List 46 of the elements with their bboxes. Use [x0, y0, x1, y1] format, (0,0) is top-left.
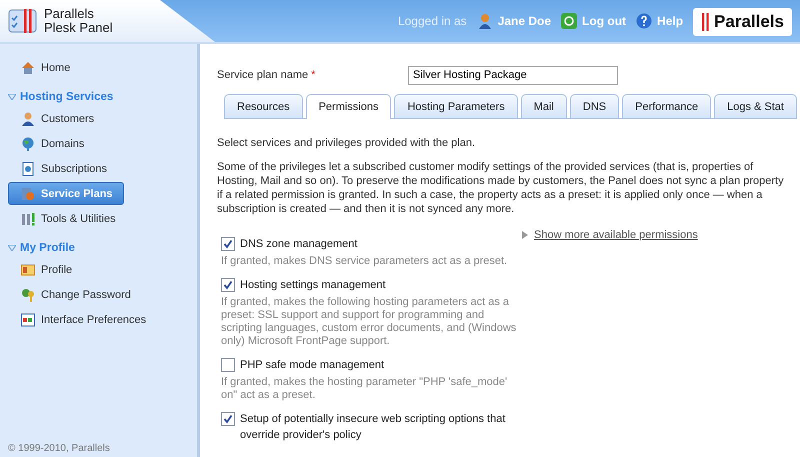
permission-label: Hosting settings management: [240, 278, 386, 293]
permission-hint: If granted, makes the following hosting parameters act as a preset: SSL support and support for programming and scripting languages, custom error documents, and (Windows only) Microsoft FrontPage support.: [221, 296, 518, 348]
tab[interactable]: Resources: [224, 94, 303, 118]
checkbox[interactable]: [221, 237, 235, 251]
tab[interactable]: Permissions: [306, 94, 392, 119]
tab[interactable]: Performance: [622, 94, 712, 118]
permission-hint: If granted, makes DNS service parameters act as a preset.: [221, 255, 508, 268]
show-more-link[interactable]: Show more available permissions: [534, 229, 698, 241]
triangle-right-icon: [522, 231, 528, 239]
sidebar-item[interactable]: Domains: [8, 132, 96, 155]
sidebar-item[interactable]: Customers: [8, 107, 106, 130]
sidebar-item[interactable]: Change Password: [8, 283, 142, 306]
window-icon: [20, 312, 36, 328]
sidebar-item[interactable]: Interface Preferences: [8, 308, 158, 331]
person-icon: [20, 110, 36, 126]
copyright-text: © 1999-2010, Parallels: [8, 443, 110, 454]
person-icon: [476, 13, 493, 29]
sidebar-item[interactable]: Home: [8, 56, 82, 79]
tools-icon: [20, 210, 36, 226]
tab[interactable]: DNS: [570, 94, 620, 118]
brand-logo: Parallels: [693, 8, 792, 36]
card-icon: [20, 262, 36, 278]
globe-icon: [20, 136, 36, 152]
tab[interactable]: Mail: [520, 94, 567, 118]
permission-hint: If granted, makes the hosting parameter "PHP 'safe_mode' on" act as a preset.: [221, 376, 508, 402]
intro-text: Select services and privileges provided with the plan.: [217, 137, 476, 149]
checkbox[interactable]: [221, 412, 235, 426]
checkbox[interactable]: [221, 278, 235, 292]
sidebar-item[interactable]: Tools & Utilities: [8, 207, 127, 230]
plan-name-field[interactable]: Silver Hosting Package: [408, 66, 618, 84]
tab[interactable]: Logs & Stat: [714, 94, 797, 118]
doc-icon: [20, 160, 36, 176]
checkbox[interactable]: [221, 358, 235, 372]
plan-name-label: Service plan name *: [217, 69, 316, 81]
permission-label: PHP safe mode management: [240, 358, 384, 373]
sidebar-item[interactable]: Subscriptions: [8, 157, 118, 180]
permission-label: DNS zone management: [240, 237, 358, 252]
product-name: Parallels Plesk Panel: [44, 7, 113, 35]
home-icon: [20, 60, 36, 76]
help-icon: [636, 13, 652, 29]
tab[interactable]: Hosting Parameters: [394, 94, 518, 118]
description-text: Some of the privileges let a subscribed customer modify settings of the provided services (that is, properties of Hosting, Mail and so on). To preserve the modifications made by customers, the Panel does not sync a plan property if a related permission is granted. In such a case, the property acts as a preset: it is applied only once — when a subscription is created — and then it is not synced any more.: [217, 160, 785, 216]
checklist-logo-icon: [8, 8, 38, 34]
sidebar-item[interactable]: Profile: [8, 258, 84, 281]
logged-in-label: Logged in as: [398, 14, 467, 28]
permission-label: Setup of potentially insecure web scripting options that override provider's policy: [240, 412, 506, 443]
